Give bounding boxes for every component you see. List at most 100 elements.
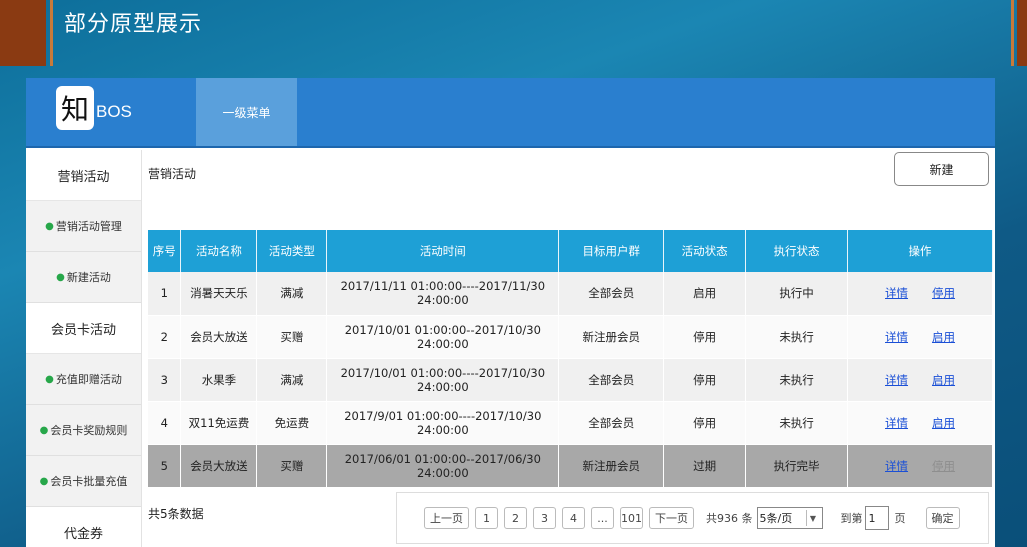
- sidebar-group-label: 营销活动: [57, 169, 110, 185]
- tab-primary-menu[interactable]: 一级菜单: [196, 78, 297, 146]
- page-number-button[interactable]: 101: [620, 507, 643, 529]
- toggle-status-link[interactable]: 启用: [932, 329, 955, 345]
- table-row: 5 会员大放送 买赠 2017/06/01 01:00:00--2017/06/30 …: [148, 444, 993, 488]
- bullet-icon: ●: [45, 220, 54, 232]
- sidebar-item-label: 充值即赠活动: [55, 373, 122, 386]
- page-number-button[interactable]: 2: [504, 507, 527, 529]
- page-title: 营销活动: [148, 167, 197, 181]
- sidebar-group[interactable]: 会员卡活动: [26, 303, 141, 354]
- cell-time: 2017/11/11 01:00:00----2017/11/30 24:00:…: [326, 272, 560, 316]
- detail-link[interactable]: 详情: [885, 415, 908, 431]
- sidebar-item-label: 会员卡奖励规则: [50, 424, 128, 437]
- new-button[interactable]: 新建: [894, 152, 989, 186]
- app-window: 知 BOS 一级菜单 营销活动 ● 营销活动管理 ● 新建活动 会员卡活动 ● 充值即赠活动 ●…: [26, 78, 995, 547]
- goto-prefix: 到第: [840, 512, 863, 525]
- cell-operations: 详情 停用: [847, 444, 993, 488]
- cell-status: 停用: [663, 401, 747, 445]
- toggle-status-link[interactable]: 启用: [932, 372, 955, 388]
- page-number-button[interactable]: ...: [591, 507, 614, 529]
- total-count: 共5条数据: [148, 507, 204, 521]
- next-page-button[interactable]: 下一页: [649, 507, 694, 529]
- cell-time: 2017/10/01 01:00:00--2017/10/30 24:00:00: [326, 315, 560, 359]
- cell-type: 免运费: [256, 401, 328, 445]
- cell-operations: 详情 启用: [847, 358, 993, 402]
- page-number-button[interactable]: 3: [533, 507, 556, 529]
- column-header: 活动时间: [326, 230, 560, 272]
- sidebar-item[interactable]: ● 会员卡批量充值: [26, 456, 141, 507]
- cell-no: 1: [148, 272, 182, 316]
- cell-exec: 执行中: [745, 272, 849, 316]
- goto-suffix: 页: [894, 512, 906, 525]
- cell-target: 全部会员: [558, 401, 665, 445]
- detail-link[interactable]: 详情: [885, 458, 908, 474]
- slide-decor-left-line: [50, 0, 53, 66]
- cell-operations: 详情 启用: [847, 401, 993, 445]
- column-header: 目标用户群: [558, 230, 665, 272]
- cell-time: 2017/06/01 01:00:00--2017/06/30 24:00:00: [326, 444, 560, 488]
- sidebar-item[interactable]: ● 营销活动管理: [26, 201, 141, 252]
- logo-text: BOS: [96, 102, 132, 121]
- main-content: 营销活动 新建 序号 活动名称 活动类型 活动时间 目标用户群 活动状态 执行状态 操作 1消…: [143, 150, 995, 547]
- cell-time: 2017/9/01 01:00:00----2017/10/30 24:00:0…: [326, 401, 560, 445]
- cell-exec: 未执行: [745, 401, 849, 445]
- column-header: 执行状态: [745, 230, 849, 272]
- page-size-select[interactable]: 5条/页 ▼: [756, 507, 823, 529]
- sidebar-item-label: 会员卡批量充值: [50, 475, 128, 488]
- column-header: 活动类型: [256, 230, 328, 272]
- sidebar-group[interactable]: 营销活动: [26, 150, 141, 201]
- bullet-icon: ●: [39, 475, 49, 487]
- detail-link[interactable]: 详情: [885, 372, 908, 388]
- bullet-icon: ●: [45, 373, 54, 385]
- sidebar: 营销活动 ● 营销活动管理 ● 新建活动 会员卡活动 ● 充值即赠活动 ● 会员卡奖励规则 ● 会员卡…: [26, 150, 142, 547]
- pagination: 上一页 1 2 3 4... 101 下一页 共936 条 5条/页 ▼ 到第 1 页 …: [396, 492, 989, 544]
- sidebar-group-label: 会员卡活动: [50, 322, 116, 338]
- sidebar-item-label: 新建活动: [66, 271, 111, 284]
- toggle-status-link[interactable]: 停用: [932, 285, 955, 301]
- page-number-button[interactable]: 1: [475, 507, 498, 529]
- cell-exec: 执行完毕: [745, 444, 849, 488]
- table-header-row: 序号 活动名称 活动类型 活动时间 目标用户群 活动状态 执行状态 操作: [148, 230, 993, 272]
- detail-link[interactable]: 详情: [885, 285, 908, 301]
- column-header: 操作: [847, 230, 993, 272]
- chevron-down-icon: ▼: [805, 510, 820, 526]
- sidebar-item-label: 营销活动管理: [55, 220, 122, 233]
- cell-type: 满减: [256, 272, 328, 316]
- cell-name: 会员大放送: [180, 315, 258, 359]
- page-number-button[interactable]: 4: [562, 507, 585, 529]
- cell-status: 停用: [663, 315, 747, 359]
- slide-decor-right-line: [1011, 0, 1014, 66]
- cell-target: 新注册会员: [558, 315, 665, 359]
- table-row: 4 双11免运费 免运费 2017/9/01 01:00:00----2017/10/…: [148, 401, 993, 445]
- detail-link[interactable]: 详情: [885, 329, 908, 345]
- cell-exec: 未执行: [745, 358, 849, 402]
- prev-page-button[interactable]: 上一页: [424, 507, 469, 529]
- sidebar-group-label: 代金券: [63, 526, 103, 542]
- cell-operations: 详情 停用: [847, 272, 993, 316]
- sidebar-group[interactable]: 代金券: [26, 507, 141, 547]
- toggle-status-link[interactable]: 启用: [932, 415, 955, 431]
- table-row: 3 水果季 满减 2017/10/01 01:00:00----2017/10/30 …: [148, 358, 993, 402]
- cell-operations: 详情 启用: [847, 315, 993, 359]
- goto-page-input[interactable]: 1: [864, 506, 889, 530]
- cell-no: 5: [148, 444, 182, 488]
- cell-name: 水果季: [180, 358, 258, 402]
- sidebar-item[interactable]: ● 新建活动: [26, 252, 141, 303]
- cell-time: 2017/10/01 01:00:00----2017/10/30 24:00:…: [326, 358, 560, 402]
- logo-icon: 知: [56, 86, 94, 130]
- cell-name: 双11免运费: [180, 401, 258, 445]
- sidebar-item[interactable]: ● 会员卡奖励规则: [26, 405, 141, 456]
- cell-type: 买赠: [256, 315, 328, 359]
- cell-name: 会员大放送: [180, 444, 258, 488]
- top-header: 知 BOS 一级菜单: [26, 78, 995, 148]
- cell-status: 过期: [663, 444, 747, 488]
- bullet-icon: ●: [39, 424, 49, 436]
- toggle-status-link: 停用: [932, 458, 956, 473]
- confirm-button[interactable]: 确定: [925, 507, 960, 529]
- cell-no: 4: [148, 401, 182, 445]
- column-header: 活动状态: [663, 230, 747, 272]
- column-header: 序号: [148, 230, 182, 272]
- sidebar-item[interactable]: ● 充值即赠活动: [26, 354, 141, 405]
- cell-target: 全部会员: [558, 272, 665, 316]
- total-records: 共936 条: [706, 512, 753, 525]
- slide-title: 部分原型展示: [64, 12, 203, 37]
